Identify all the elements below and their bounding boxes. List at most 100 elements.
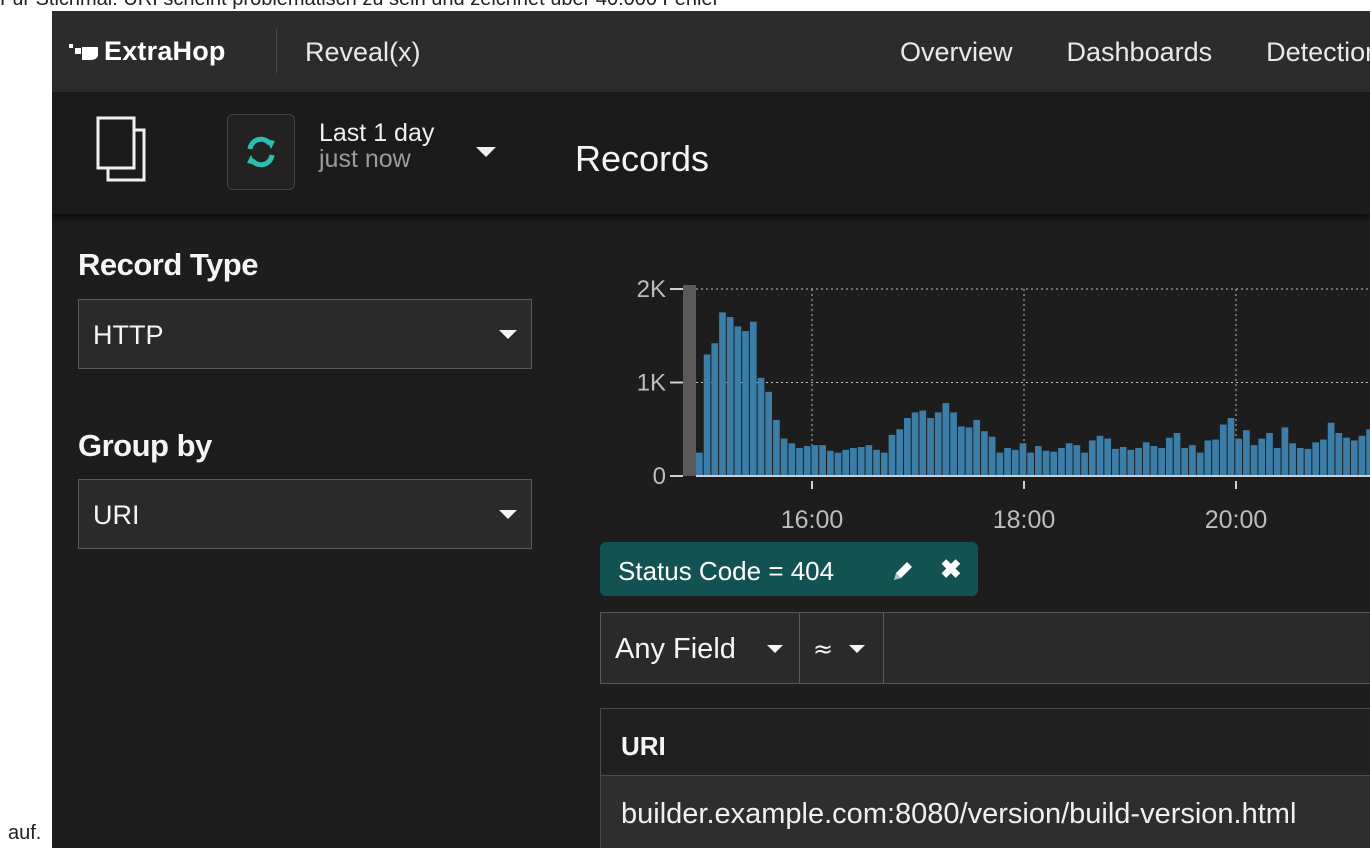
histogram-bar bbox=[1250, 445, 1258, 476]
histogram-bar bbox=[1273, 447, 1281, 476]
histogram-bar bbox=[965, 427, 973, 476]
histogram-bar bbox=[1127, 449, 1135, 476]
column-header-uri: URI bbox=[621, 731, 666, 761]
histogram-bar bbox=[942, 403, 950, 476]
x-tick-label: 18:00 bbox=[993, 506, 1056, 531]
group-by-label: Group by bbox=[78, 428, 212, 463]
histogram-bar bbox=[1150, 446, 1158, 476]
refresh-icon bbox=[247, 136, 275, 168]
histogram-bar bbox=[842, 449, 850, 476]
records-table: URI builder.example.com:8080/version/bui… bbox=[600, 708, 1370, 848]
search-input[interactable] bbox=[885, 615, 1370, 681]
chevron-down-icon bbox=[499, 330, 517, 339]
histogram-bar bbox=[1266, 432, 1273, 476]
histogram-bar bbox=[1196, 452, 1204, 477]
histogram-bar bbox=[1027, 452, 1034, 477]
histogram-bar bbox=[1035, 446, 1042, 476]
histogram-bar bbox=[696, 452, 703, 477]
histogram-bar bbox=[873, 449, 880, 476]
histogram-bar bbox=[749, 321, 757, 476]
top-navigation: ExtraHop Reveal(x) Overview Dashboards D… bbox=[52, 11, 1370, 92]
histogram-bar bbox=[919, 410, 927, 476]
histogram-bar bbox=[1327, 422, 1335, 476]
operator-value: ≈ bbox=[813, 635, 834, 663]
histogram-bar bbox=[819, 445, 826, 476]
histogram-bar bbox=[773, 419, 780, 476]
histogram-bar bbox=[1320, 439, 1327, 476]
histogram-bar bbox=[888, 434, 896, 476]
pencil-icon[interactable] bbox=[890, 558, 916, 584]
histogram-bar bbox=[726, 317, 734, 476]
histogram-bar bbox=[1088, 440, 1096, 476]
product-name[interactable]: Reveal(x) bbox=[305, 37, 421, 68]
histogram-bar bbox=[1112, 448, 1119, 476]
records-histogram-chart[interactable]: 01K2K16:0018:0020:0022:00 bbox=[604, 251, 1370, 531]
histogram-bar bbox=[1096, 435, 1104, 476]
time-range-selector[interactable]: Last 1 day just now bbox=[319, 120, 434, 172]
histogram-bar bbox=[1335, 432, 1343, 476]
histogram-bar bbox=[1058, 447, 1065, 476]
brand-name: ExtraHop bbox=[104, 35, 226, 66]
table-cell-uri: builder.example.com:8080/version/build-v… bbox=[621, 798, 1297, 830]
histogram-bar bbox=[1042, 450, 1050, 476]
histogram-bar bbox=[1204, 440, 1212, 476]
histogram-bar bbox=[880, 452, 888, 477]
field-select-value: Any Field bbox=[615, 633, 736, 665]
y-tick-label: 2K bbox=[637, 276, 666, 303]
histogram-bar bbox=[850, 447, 857, 476]
histogram-bar bbox=[1104, 438, 1112, 476]
filter-chip[interactable]: Status Code = 404 ✖ bbox=[600, 542, 978, 596]
document-text-bottom: auf. bbox=[8, 822, 42, 844]
document-text-top: Für Stichmal: URI scheint problematisch … bbox=[0, 0, 1370, 10]
histogram-bar bbox=[765, 391, 773, 476]
histogram-bar bbox=[857, 447, 865, 476]
record-type-select[interactable]: HTTP bbox=[78, 299, 532, 369]
histogram-bar bbox=[1050, 451, 1058, 476]
group-by-select[interactable]: URI bbox=[78, 479, 532, 549]
histogram-bar bbox=[1296, 447, 1304, 476]
histogram-bar bbox=[865, 445, 873, 476]
histogram-bar bbox=[911, 412, 919, 476]
nav-link-dashboards[interactable]: Dashboards bbox=[1067, 37, 1213, 68]
histogram-bar bbox=[1227, 418, 1235, 476]
histogram-bar bbox=[1212, 439, 1219, 476]
histogram-bar bbox=[1289, 443, 1296, 476]
histogram-bar bbox=[1358, 435, 1366, 476]
copy-icon[interactable] bbox=[94, 114, 150, 184]
group-by-value: URI bbox=[93, 500, 140, 530]
table-header[interactable]: URI bbox=[601, 709, 1370, 776]
histogram-bar bbox=[981, 431, 988, 476]
close-icon[interactable]: ✖ bbox=[940, 554, 962, 585]
nav-link-overview[interactable]: Overview bbox=[900, 37, 1013, 68]
histogram-bar bbox=[826, 450, 834, 476]
histogram-bar bbox=[934, 412, 942, 476]
table-row[interactable]: builder.example.com:8080/version/build-v… bbox=[601, 776, 1370, 848]
histogram-bar bbox=[780, 438, 788, 476]
chevron-down-icon[interactable] bbox=[476, 147, 496, 157]
histogram-bar bbox=[1011, 449, 1019, 476]
nav-links: Overview Dashboards Detections bbox=[900, 37, 1370, 68]
histogram-bar bbox=[996, 452, 1004, 477]
brand-logo[interactable]: ExtraHop bbox=[68, 35, 226, 67]
histogram-bar bbox=[734, 326, 742, 476]
app-window: ExtraHop Reveal(x) Overview Dashboards D… bbox=[52, 11, 1370, 848]
operator-select[interactable]: ≈ bbox=[799, 613, 884, 683]
search-row: Any Field ≈ bbox=[600, 612, 1370, 684]
histogram-bar bbox=[1219, 424, 1227, 476]
histogram-bar bbox=[1065, 443, 1073, 476]
refresh-button[interactable] bbox=[227, 114, 295, 190]
histogram-bar bbox=[1135, 447, 1142, 476]
x-tick-label: 20:00 bbox=[1205, 506, 1268, 531]
chevron-down-icon bbox=[499, 510, 517, 519]
histogram-bar bbox=[950, 412, 957, 476]
histogram-bar bbox=[1350, 440, 1358, 476]
nav-link-detections[interactable]: Detections bbox=[1266, 37, 1370, 68]
histogram-bar bbox=[1258, 438, 1266, 476]
histogram-bar bbox=[1004, 447, 1011, 476]
field-select[interactable]: Any Field bbox=[601, 613, 800, 683]
record-type-value: HTTP bbox=[93, 320, 164, 350]
histogram-bar bbox=[1165, 437, 1173, 476]
time-updated-label: just now bbox=[319, 145, 411, 173]
chevron-down-icon bbox=[849, 645, 865, 653]
histogram-bar bbox=[1073, 445, 1081, 476]
